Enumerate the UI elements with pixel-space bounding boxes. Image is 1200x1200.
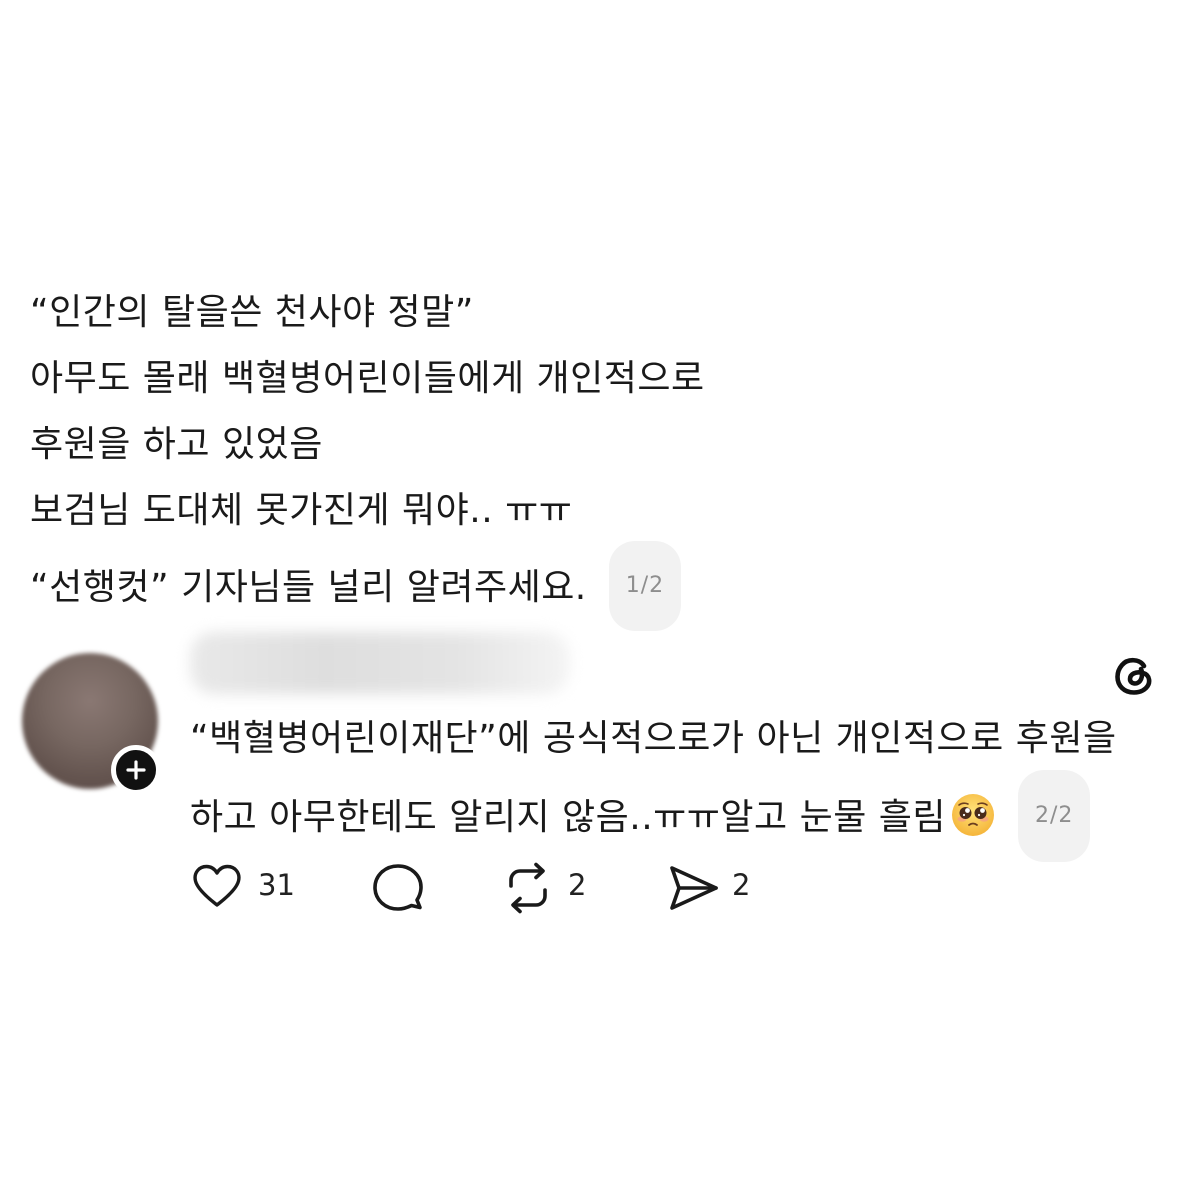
post-text-line: 후원을 하고 있었음 <box>30 424 323 465</box>
page-counter-badge: 2/2 <box>1018 770 1091 862</box>
send-icon <box>670 866 718 910</box>
pleading-face-emoji <box>950 792 996 838</box>
repost-count: 2 <box>568 868 587 902</box>
post-text-segment: “선행컷” 기자님들 널리 알려주세요. <box>30 567 587 608</box>
heart-icon <box>193 864 241 907</box>
repost-button[interactable]: 2 <box>500 856 600 916</box>
share-button[interactable]: 2 <box>666 856 766 916</box>
post-text-segment: 하고 아무한테도 알리지 않음..ㅠㅠ알고 눈물 흘림 <box>190 797 947 838</box>
comment-bubble-icon <box>373 864 423 911</box>
plus-icon <box>126 760 146 780</box>
repost-icon <box>509 862 547 914</box>
post-text-line-last: “선행컷” 기자님들 널리 알려주세요. 1/2 <box>30 541 1030 634</box>
post-body-first: “인간의 탈을쓴 천사야 정말” 아무도 몰래 백혈병어린이들에게 개인적으로 … <box>30 280 1030 634</box>
username-redacted[interactable] <box>190 632 570 694</box>
threads-logo-icon <box>1110 650 1160 704</box>
post-text-line: 아무도 몰래 백혈병어린이들에게 개인적으로 <box>30 358 705 399</box>
post-text-line: “백혈병어린이재단”에 공식적으로가 아닌 개인적으로 후원을 <box>190 718 1117 759</box>
reply-button[interactable] <box>370 856 426 916</box>
post-text-line: 보검님 도대체 못가진게 뭐야.. ㅠㅠ <box>30 490 573 531</box>
post-body-second: “백혈병어린이재단”에 공식적으로가 아닌 개인적으로 후원을 하고 아무한테도… <box>190 705 1180 865</box>
follow-button[interactable] <box>111 745 161 795</box>
page-counter-badge: 1/2 <box>608 541 682 631</box>
share-count: 2 <box>732 868 751 902</box>
like-button[interactable]: 31 <box>190 856 300 916</box>
post-text-line: “인간의 탈을쓴 천사야 정말” <box>30 292 474 333</box>
post-text-line-last: 하고 아무한테도 알리지 않음..ㅠㅠ알고 눈물 흘림 2/2 <box>190 770 1180 865</box>
like-count: 31 <box>258 868 295 902</box>
